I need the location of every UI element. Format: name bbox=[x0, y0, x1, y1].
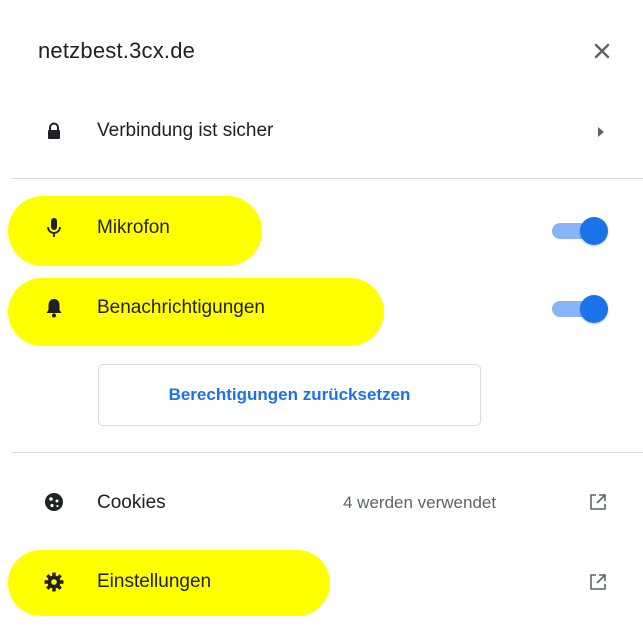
permission-label-mikrofon: Mikrofon bbox=[97, 217, 170, 238]
benachrichtigungen-toggle[interactable] bbox=[548, 293, 610, 323]
divider bbox=[12, 178, 643, 179]
close-icon bbox=[594, 43, 610, 59]
settings-label: Einstellungen bbox=[97, 571, 212, 592]
lock-icon bbox=[42, 119, 66, 143]
mikrofon-toggle[interactable] bbox=[548, 215, 610, 245]
site-info-panel: netzbest.3cx.de Verbindung ist sicher Mi… bbox=[0, 0, 643, 628]
external-link-icon[interactable] bbox=[587, 491, 609, 513]
external-link-icon[interactable] bbox=[587, 571, 609, 593]
toggle-knob bbox=[580, 217, 608, 245]
cookies-row[interactable]: Cookies 4 werden verwendet bbox=[0, 481, 643, 525]
close-button[interactable] bbox=[584, 33, 620, 69]
permission-row-mikrofon: Mikrofon bbox=[0, 207, 643, 251]
settings-row[interactable]: Einstellungen bbox=[0, 561, 643, 605]
permission-row-benachrichtigungen: Benachrichtigungen bbox=[0, 287, 643, 331]
cookie-icon bbox=[42, 490, 66, 514]
bell-icon bbox=[42, 296, 66, 320]
gear-icon bbox=[42, 570, 66, 594]
cookies-label: Cookies bbox=[97, 492, 166, 513]
cookies-status: 4 werden verwendet bbox=[343, 493, 497, 512]
site-title: netzbest.3cx.de bbox=[38, 38, 196, 63]
divider bbox=[12, 452, 643, 453]
microphone-icon bbox=[42, 216, 66, 240]
toggle-knob bbox=[580, 295, 608, 323]
reset-permissions-button[interactable]: Berechtigungen zurücksetzen bbox=[98, 364, 481, 426]
connection-label: Verbindung ist sicher bbox=[97, 120, 274, 141]
chevron-right-icon bbox=[595, 122, 607, 142]
connection-row[interactable]: Verbindung ist sicher bbox=[0, 110, 643, 154]
permission-label-benachrichtigungen: Benachrichtigungen bbox=[97, 297, 265, 318]
